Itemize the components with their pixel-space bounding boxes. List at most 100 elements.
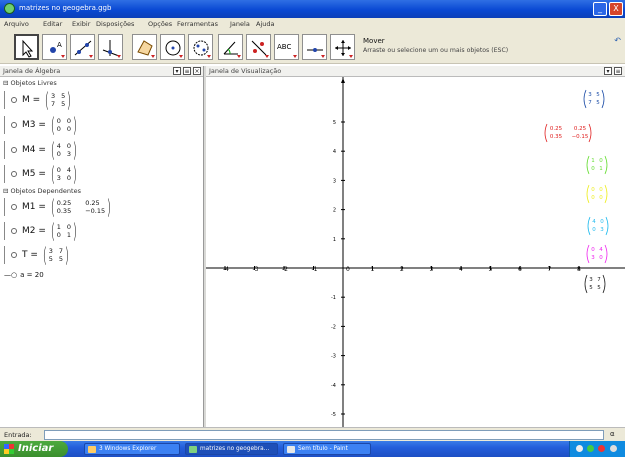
- toolbar: A ABC: [0, 30, 625, 64]
- matrix-entry: 3: [591, 255, 595, 261]
- x-tick-label: -3: [253, 266, 259, 273]
- visibility-toggle[interactable]: [11, 97, 17, 103]
- text-tool-button[interactable]: ABC: [274, 34, 299, 60]
- tray-icon[interactable]: [576, 445, 583, 452]
- free-objects-group[interactable]: ⊟ Objetos Livres: [3, 79, 57, 87]
- folder-icon: [88, 446, 96, 453]
- x-tick-label: 3: [430, 266, 434, 273]
- matrix-entry: 0: [600, 219, 604, 225]
- input-field[interactable]: [44, 430, 604, 440]
- matrix: (3 7 5 5): [42, 243, 70, 267]
- input-bar: Entrada: α: [0, 427, 625, 441]
- x-tick-label: -1: [312, 266, 318, 273]
- matrix-open-bracket: [586, 244, 590, 264]
- matrix-entry: 0: [591, 166, 595, 172]
- y-tick-label: 4: [333, 149, 336, 155]
- object-name: T: [22, 250, 28, 260]
- menu-opcoes[interactable]: Opções: [148, 20, 172, 28]
- algebra-row-a[interactable]: —○ a = 20: [4, 264, 44, 286]
- menu-editar[interactable]: Editar: [43, 20, 62, 28]
- polygon-tool-button[interactable]: [132, 34, 157, 60]
- line-tool-button[interactable]: [70, 34, 95, 60]
- matrix-entry: 3: [588, 92, 592, 98]
- y-axis-arrow: [341, 78, 345, 83]
- slider-tool-button[interactable]: [302, 34, 327, 60]
- minimize-button[interactable]: _: [593, 2, 607, 16]
- visibility-toggle[interactable]: [11, 228, 17, 234]
- window-title: matrizes no geogebra.ggb: [19, 4, 112, 12]
- chevron-down-icon: [89, 55, 93, 58]
- graphics-canvas[interactable]: -4 -3 -2 -1 0 1 2 3 4 5 6 7 854321-1-2-3-4-53 57 50.25…: [206, 77, 625, 427]
- matrix-entry: 5: [596, 100, 600, 106]
- alpha-symbol-button[interactable]: α: [610, 430, 615, 438]
- object-name: M: [22, 95, 30, 105]
- algebra-row-T[interactable]: T = (3 7 5 5): [4, 244, 71, 266]
- visibility-toggle[interactable]: [11, 171, 17, 177]
- matrix-close-bracket: [602, 274, 606, 294]
- close-button[interactable]: X: [609, 2, 623, 16]
- matrix-entry: 1: [599, 166, 603, 172]
- x-tick-label: 5: [489, 266, 493, 273]
- menu-arquivo[interactable]: Arquivo: [4, 20, 29, 28]
- title-bar: matrizes no geogebra.ggb _ X: [0, 0, 625, 18]
- panel-style-icon[interactable]: ≡: [183, 67, 191, 75]
- x-tick-label: -4: [223, 266, 229, 273]
- matrix-entry: 5: [589, 285, 593, 291]
- angle-tool-button[interactable]: [218, 34, 243, 60]
- point-tool-button[interactable]: A: [42, 34, 67, 60]
- menu-ajuda[interactable]: Ajuda: [256, 20, 274, 28]
- taskbar-item-paint[interactable]: Sem título - Paint: [283, 443, 371, 455]
- menu-ferramentas[interactable]: Ferramentas: [177, 20, 218, 28]
- visibility-toggle[interactable]: [11, 204, 17, 210]
- tray-icon[interactable]: [610, 445, 617, 452]
- matrix-open-bracket: [584, 274, 588, 294]
- panel-close-icon[interactable]: ×: [193, 67, 201, 75]
- graphics-view[interactable]: -4 -3 -2 -1 0 1 2 3 4 5 6 7 8 5 4 3 2 1 -1 -2 -3 -4 -5 3 5 7 5 0.25…: [206, 77, 625, 427]
- algebra-row-M5[interactable]: M5 = (0 4 3 0): [4, 163, 79, 185]
- x-tick-label: 0: [346, 266, 350, 273]
- circle-tool-button[interactable]: [160, 34, 185, 60]
- visibility-toggle[interactable]: [11, 252, 17, 258]
- panel-style-icon[interactable]: ≡: [614, 67, 622, 75]
- tray-icon[interactable]: [587, 445, 594, 452]
- perpendicular-tool-button[interactable]: [98, 34, 123, 60]
- matrix: (0.25 0.25 0.35 −0.15): [50, 195, 112, 219]
- y-tick-label: -5: [331, 412, 336, 418]
- menu-exibir[interactable]: Exibir: [72, 20, 90, 28]
- menu-disposicoes[interactable]: Disposições: [96, 20, 134, 28]
- algebra-row-M4[interactable]: M4 = (4 0 0 3): [4, 139, 79, 161]
- matrix-entry: 0: [599, 195, 603, 201]
- matrix-open-bracket: [544, 123, 548, 143]
- free-objects-label: Objetos Livres: [10, 79, 57, 87]
- undo-icon[interactable]: ↶: [614, 36, 621, 45]
- algebra-row-M[interactable]: M = (3 5 7 5): [4, 89, 73, 111]
- chevron-down-icon: [207, 55, 211, 58]
- matrix: (0 0 0 0): [50, 113, 78, 137]
- visibility-toggle[interactable]: [11, 122, 17, 128]
- dependent-objects-group[interactable]: ⊟ Objetos Dependentes: [3, 187, 81, 195]
- taskbar-item-explorer[interactable]: 3 Windows Explorer: [84, 443, 180, 455]
- matrix: (4 0 0 3): [50, 138, 78, 162]
- menu-janela[interactable]: Janela: [230, 20, 250, 28]
- y-tick-label: 1: [333, 237, 336, 243]
- conic-tool-button[interactable]: [188, 34, 213, 60]
- start-button[interactable]: Iniciar: [0, 441, 68, 457]
- taskbar-item-geogebra[interactable]: matrizes no geogebra...: [185, 443, 278, 455]
- reflect-tool-button[interactable]: [246, 34, 271, 60]
- visibility-toggle[interactable]: [11, 147, 17, 153]
- taskbar: Iniciar 3 Windows Explorer matrizes no g…: [0, 441, 625, 457]
- algebra-row-M3[interactable]: M3 = (0 0 0 0): [4, 114, 79, 136]
- matrix-close-bracket: [588, 123, 592, 143]
- x-tick-label: 8: [577, 266, 581, 273]
- move-graphics-tool-button[interactable]: [330, 34, 355, 60]
- algebra-row-M2[interactable]: M2 = (1 0 0 1): [4, 220, 79, 242]
- matrix-close-bracket: [601, 89, 605, 109]
- y-tick-label: 5: [333, 120, 336, 126]
- security-alert-icon[interactable]: [598, 445, 605, 452]
- move-tool-button[interactable]: [14, 34, 39, 60]
- panel-menu-icon[interactable]: ▾: [604, 67, 612, 75]
- algebra-row-M1[interactable]: M1 = (0.25 0.25 0.35 −0.15): [4, 196, 113, 218]
- panel-menu-icon[interactable]: ▾: [173, 67, 181, 75]
- matrix-entry: 0: [591, 247, 595, 253]
- matrix-entry: 0: [591, 187, 595, 193]
